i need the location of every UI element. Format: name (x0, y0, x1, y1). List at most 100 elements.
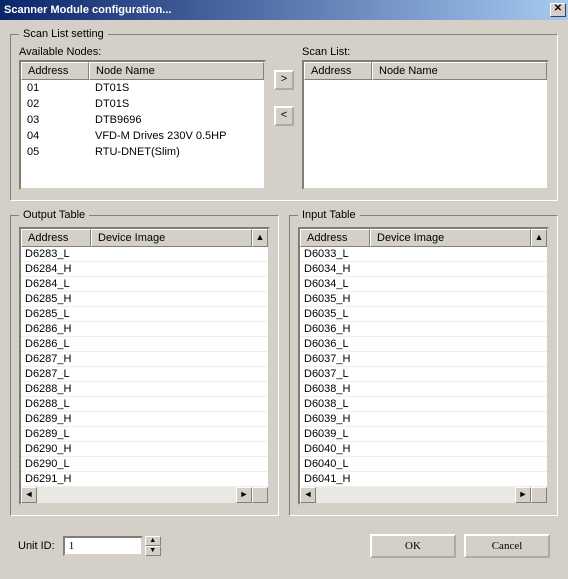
list-item[interactable]: 04VFD-M Drives 230V 0.5HP (21, 128, 264, 144)
list-item[interactable]: 02DT01S (21, 96, 264, 112)
cell-device-image (370, 382, 547, 396)
table-row[interactable]: D6037_L (300, 367, 547, 382)
cell-address: D6289_L (21, 427, 91, 441)
table-row[interactable]: D6289_L (21, 427, 268, 442)
unit-id-spinner[interactable]: ▲ ▼ (63, 536, 161, 556)
input-table[interactable]: Address Device Image ▲ D6033_LD6034_HD60… (298, 227, 549, 505)
scrollbar-track[interactable] (37, 487, 236, 503)
cell-address: D6287_L (21, 367, 91, 381)
cell-nodename: DT01S (89, 81, 264, 95)
table-row[interactable]: D6037_H (300, 352, 547, 367)
cell-address: D6036_H (300, 322, 370, 336)
cell-device-image (91, 427, 268, 441)
cell-device-image (91, 262, 268, 276)
cell-nodename: DT01S (89, 97, 264, 111)
input-table-legend: Input Table (298, 209, 360, 221)
cell-device-image (91, 457, 268, 471)
remove-node-button[interactable]: < (274, 106, 294, 126)
table-row[interactable]: D6288_L (21, 397, 268, 412)
table-row[interactable]: D6286_L (21, 337, 268, 352)
cell-device-image (370, 457, 547, 471)
table-row[interactable]: D6040_L (300, 457, 547, 472)
scrollbar-track[interactable] (316, 487, 515, 503)
available-nodes-list[interactable]: Address Node Name 01DT01S02DT01S03DTB969… (19, 60, 266, 190)
scan-list[interactable]: Address Node Name (302, 60, 549, 190)
col-device-image[interactable]: Device Image (370, 229, 531, 247)
cell-address: D6290_H (21, 442, 91, 456)
table-row[interactable]: D6287_L (21, 367, 268, 382)
col-address[interactable]: Address (21, 229, 91, 247)
col-address[interactable]: Address (304, 62, 372, 80)
spin-up-button[interactable]: ▲ (145, 536, 161, 546)
cell-address: 05 (21, 145, 89, 159)
cell-device-image (91, 277, 268, 291)
table-row[interactable]: D6041_H (300, 472, 547, 487)
table-row[interactable]: D6290_H (21, 442, 268, 457)
table-row[interactable]: D6034_H (300, 262, 547, 277)
ok-button[interactable]: OK (370, 534, 456, 558)
cell-address: 02 (21, 97, 89, 111)
table-row[interactable]: D6040_H (300, 442, 547, 457)
table-row[interactable]: D6284_H (21, 262, 268, 277)
table-row[interactable]: D6283_L (21, 247, 268, 262)
col-address[interactable]: Address (21, 62, 89, 80)
close-button[interactable]: ✕ (550, 3, 566, 17)
h-scrollbar[interactable]: ◄ ► (21, 487, 268, 503)
cell-address: D6038_H (300, 382, 370, 396)
add-node-button[interactable]: > (274, 70, 294, 90)
cell-address: D6033_L (300, 247, 370, 261)
table-row[interactable]: D6285_H (21, 292, 268, 307)
table-row[interactable]: D6036_H (300, 322, 547, 337)
table-row[interactable]: D6288_H (21, 382, 268, 397)
table-row[interactable]: D6286_H (21, 322, 268, 337)
list-item[interactable]: 05RTU-DNET(Slim) (21, 144, 264, 160)
spin-down-button[interactable]: ▼ (145, 546, 161, 556)
cell-address: D6037_H (300, 352, 370, 366)
cell-nodename: DTB9696 (89, 113, 264, 127)
cell-nodename: VFD-M Drives 230V 0.5HP (89, 129, 264, 143)
table-row[interactable]: D6284_L (21, 277, 268, 292)
cell-address: D6289_H (21, 412, 91, 426)
cell-address: D6291_H (21, 472, 91, 486)
table-row[interactable]: D6039_L (300, 427, 547, 442)
table-row[interactable]: D6287_H (21, 352, 268, 367)
cancel-button[interactable]: Cancel (464, 534, 550, 558)
unit-id-input[interactable] (63, 536, 143, 556)
cell-device-image (370, 307, 547, 321)
table-row[interactable]: D6285_L (21, 307, 268, 322)
table-row[interactable]: D6290_L (21, 457, 268, 472)
table-row[interactable]: D6033_L (300, 247, 547, 262)
table-row[interactable]: D6039_H (300, 412, 547, 427)
scroll-up-button[interactable]: ▲ (531, 229, 547, 247)
col-device-image[interactable]: Device Image (91, 229, 252, 247)
table-row[interactable]: D6035_L (300, 307, 547, 322)
col-nodename[interactable]: Node Name (89, 62, 264, 80)
table-row[interactable]: D6034_L (300, 277, 547, 292)
table-row[interactable]: D6289_H (21, 412, 268, 427)
table-row[interactable]: D6036_L (300, 337, 547, 352)
col-address[interactable]: Address (300, 229, 370, 247)
scroll-up-button[interactable]: ▲ (252, 229, 268, 247)
scroll-left-button[interactable]: ◄ (21, 487, 37, 503)
cell-address: D6039_H (300, 412, 370, 426)
h-scrollbar[interactable]: ◄ ► (300, 487, 547, 503)
output-table[interactable]: Address Device Image ▲ D6283_LD6284_HD62… (19, 227, 270, 505)
table-row[interactable]: D6035_H (300, 292, 547, 307)
cell-device-image (370, 427, 547, 441)
scroll-left-button[interactable]: ◄ (300, 487, 316, 503)
list-item[interactable]: 03DTB9696 (21, 112, 264, 128)
cell-device-image (370, 352, 547, 366)
table-row[interactable]: D6038_L (300, 397, 547, 412)
table-row[interactable]: D6038_H (300, 382, 547, 397)
cell-device-image (91, 352, 268, 366)
scroll-right-button[interactable]: ► (515, 487, 531, 503)
scroll-right-button[interactable]: ► (236, 487, 252, 503)
cell-device-image (91, 397, 268, 411)
scan-list-label: Scan List: (302, 46, 549, 58)
cell-device-image (91, 382, 268, 396)
table-row[interactable]: D6291_H (21, 472, 268, 487)
col-nodename[interactable]: Node Name (372, 62, 547, 80)
cell-address: 01 (21, 81, 89, 95)
cell-address: D6039_L (300, 427, 370, 441)
list-item[interactable]: 01DT01S (21, 80, 264, 96)
